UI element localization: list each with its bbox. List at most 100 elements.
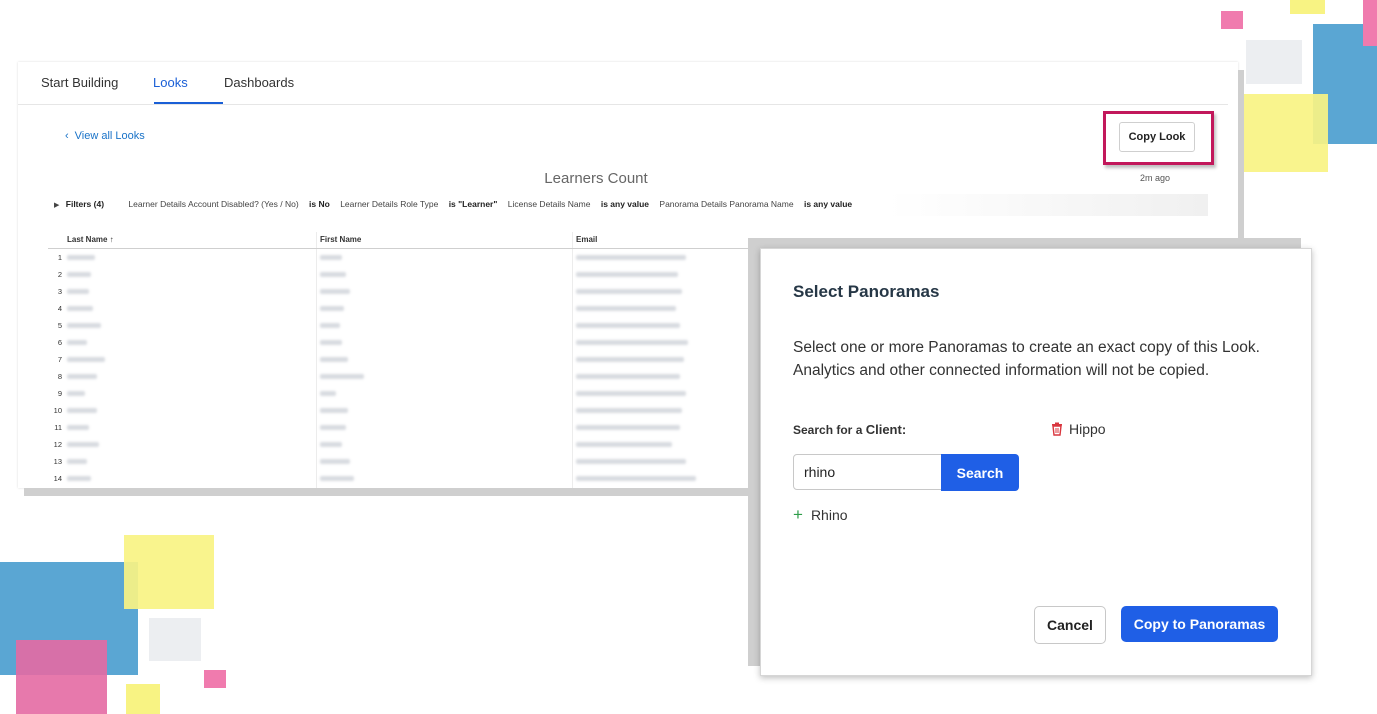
redacted-cell — [320, 459, 350, 464]
row-number: 1 — [57, 253, 62, 262]
redacted-cell — [67, 323, 101, 328]
row-number: 12 — [53, 440, 62, 449]
filters-count-label: Filters (4) — [65, 199, 105, 209]
redacted-cell — [576, 306, 676, 311]
filter-bar-fade — [888, 194, 1208, 216]
tab-looks[interactable]: Looks — [153, 75, 188, 90]
redacted-cell — [67, 289, 89, 294]
redacted-cell — [576, 374, 680, 379]
copy-to-panoramas-button[interactable]: Copy to Panoramas — [1121, 606, 1278, 642]
redacted-cell — [576, 323, 680, 328]
row-number: 10 — [53, 406, 62, 415]
look-title: Learners Count — [544, 170, 648, 187]
active-tab-indicator — [154, 102, 223, 104]
redacted-cell — [67, 255, 95, 260]
tab-start-building[interactable]: Start Building — [41, 75, 118, 90]
redacted-cell — [67, 374, 97, 379]
search-label: Search for a Client: — [793, 422, 907, 437]
row-number: 3 — [57, 287, 62, 296]
decor-yellow-square-right — [1232, 94, 1328, 172]
redacted-cell — [320, 306, 344, 311]
caret-right-icon: ▶ — [54, 202, 60, 209]
decor-gray-square-top — [1246, 40, 1302, 84]
row-number: 6 — [57, 338, 62, 347]
filter-chip: Panorama Details Panorama Name is any va… — [659, 199, 853, 209]
redacted-cell — [67, 391, 85, 396]
trash-icon[interactable] — [1051, 422, 1063, 436]
redacted-cell — [320, 323, 340, 328]
chevron-left-icon: ‹ — [65, 130, 69, 142]
filter-chip: Learner Details Account Disabled? (Yes /… — [128, 199, 330, 209]
filters-bar[interactable]: ▶ Filters (4) Learner Details Account Di… — [54, 199, 860, 209]
redacted-cell — [320, 425, 346, 430]
redacted-cell — [576, 476, 696, 481]
redacted-cell — [67, 476, 91, 481]
redacted-cell — [320, 289, 350, 294]
row-number: 5 — [57, 321, 62, 330]
redacted-cell — [320, 374, 364, 379]
redacted-cell — [576, 408, 682, 413]
updated-timestamp: 2m ago — [1140, 173, 1171, 183]
row-number: 11 — [54, 423, 62, 432]
select-panoramas-dialog: Select Panoramas Select one or more Pano… — [760, 248, 1312, 676]
row-number: 4 — [57, 304, 62, 313]
view-all-looks-label: View all Looks — [74, 130, 145, 142]
redacted-cell — [320, 476, 354, 481]
redacted-cell — [67, 272, 91, 277]
view-all-looks-link[interactable]: ‹ View all Looks — [65, 130, 145, 142]
redacted-cell — [320, 408, 348, 413]
row-number: 14 — [53, 474, 62, 483]
column-header-email[interactable]: Email — [576, 235, 597, 244]
redacted-cell — [67, 425, 89, 430]
row-number: 2 — [57, 270, 62, 279]
plus-icon: + — [793, 505, 803, 524]
redacted-cell — [576, 272, 678, 277]
redacted-cell — [576, 357, 684, 362]
redacted-cell — [576, 442, 672, 447]
client-search-input[interactable] — [793, 454, 943, 490]
decor-yellow-square-bottom — [124, 535, 214, 609]
redacted-cell — [576, 289, 682, 294]
decor-pink-square-top — [1221, 11, 1243, 29]
redacted-cell — [576, 391, 686, 396]
filter-chip: Learner Details Role Type is "Learner" — [340, 199, 498, 209]
tab-bar: Start Building Looks Dashboards — [18, 62, 1228, 105]
redacted-cell — [67, 408, 97, 413]
row-number: 8 — [57, 372, 62, 381]
redacted-cell — [320, 255, 342, 260]
redacted-cell — [67, 459, 87, 464]
decor-pink-strip-top — [1363, 0, 1377, 46]
filter-chip: License Details Name is any value — [507, 199, 650, 209]
search-result-label: Rhino — [810, 507, 848, 523]
redacted-cell — [320, 340, 342, 345]
dialog-description: Select one or more Panoramas to create a… — [793, 339, 1260, 379]
search-result-rhino[interactable]: + Rhino — [793, 505, 848, 524]
redacted-cell — [67, 340, 87, 345]
search-button[interactable]: Search — [941, 454, 1019, 491]
decor-gray-square-bottom — [149, 618, 201, 661]
redacted-cell — [576, 459, 686, 464]
column-header-first-name[interactable]: First Name — [320, 235, 361, 244]
redacted-cell — [320, 391, 336, 396]
redacted-cell — [67, 306, 93, 311]
redacted-cell — [576, 340, 688, 345]
column-header-last-name[interactable]: Last Name ↑ — [67, 235, 114, 244]
row-number: 9 — [57, 389, 62, 398]
row-number: 13 — [53, 457, 62, 466]
decor-small-yellow-square — [126, 684, 160, 714]
copy-look-button[interactable]: Copy Look — [1119, 122, 1195, 152]
decor-yellow-square-top — [1290, 0, 1325, 14]
dialog-title: Select Panoramas — [793, 282, 940, 301]
redacted-cell — [67, 442, 99, 447]
row-number: 7 — [57, 355, 62, 364]
selected-panorama-hippo: Hippo — [1051, 421, 1106, 437]
redacted-cell — [576, 425, 680, 430]
tab-dashboards[interactable]: Dashboards — [224, 75, 294, 90]
redacted-cell — [576, 255, 686, 260]
decor-pink-square-bottom — [16, 640, 107, 714]
redacted-cell — [320, 442, 342, 447]
redacted-cell — [67, 357, 105, 362]
redacted-cell — [320, 357, 348, 362]
selected-panorama-label: Hippo — [1069, 421, 1106, 437]
cancel-button[interactable]: Cancel — [1034, 606, 1106, 644]
